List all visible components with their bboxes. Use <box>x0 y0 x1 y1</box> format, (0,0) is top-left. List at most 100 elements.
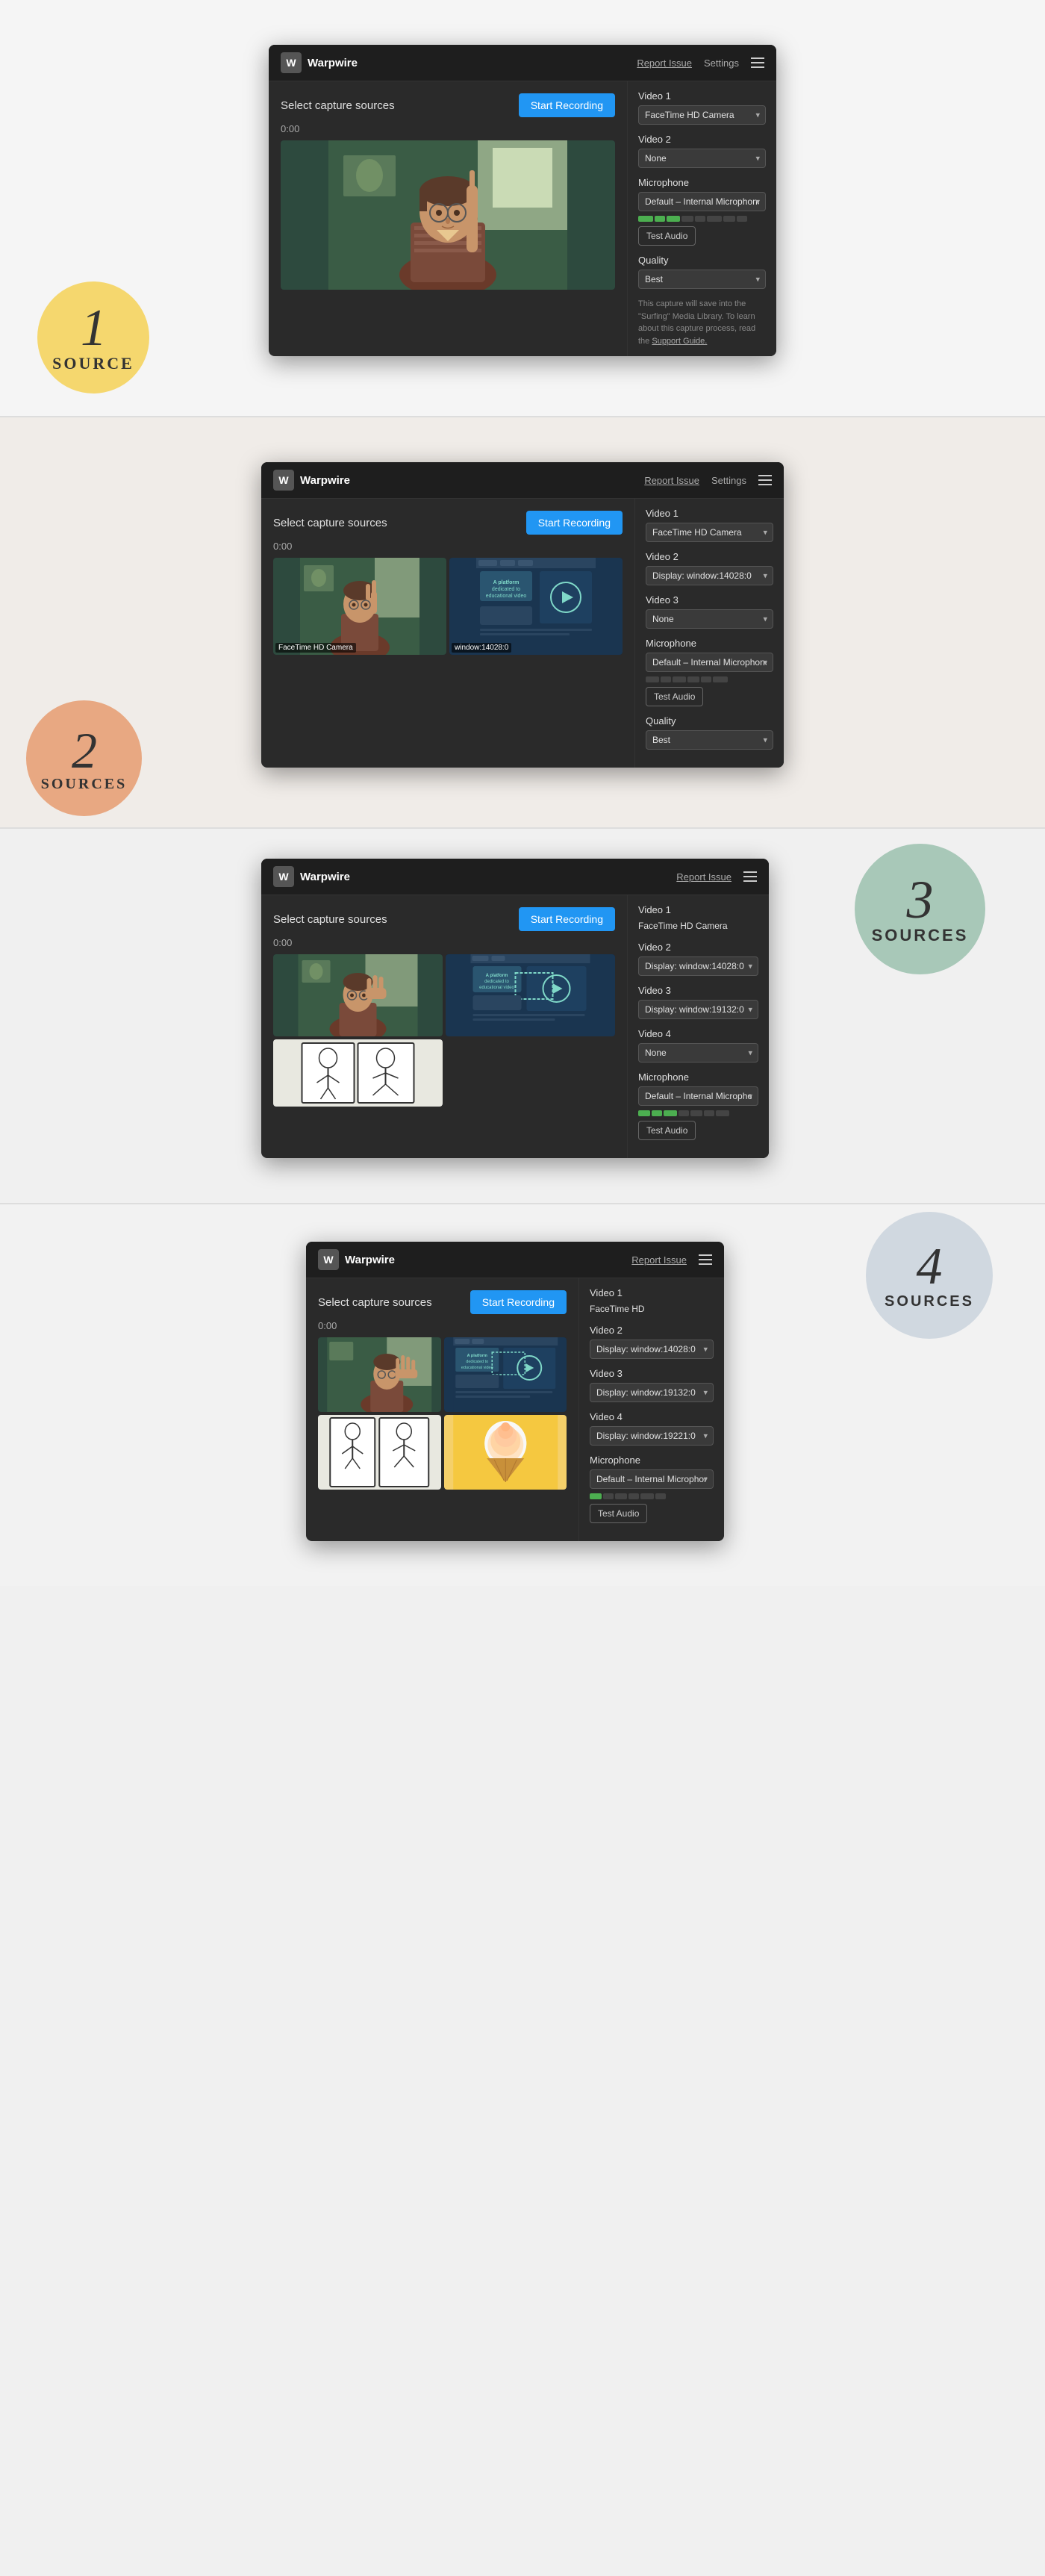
app-window-2: W Warpwire Report Issue Settings <box>261 462 784 768</box>
bubble-4-sources: 4 Sources <box>866 1212 993 1339</box>
screen-svg-4: A platform dedicated to educational vide… <box>444 1337 567 1412</box>
header-right-2: Report Issue Settings <box>644 475 772 486</box>
video4-select-4[interactable]: Display: window:19221:0 <box>590 1426 714 1446</box>
quality-select-wrapper-1: Best <box>638 270 766 289</box>
video2-select-wrapper-2: Display: window:14028:0 <box>646 566 773 585</box>
test-audio-btn-3[interactable]: Test Audio <box>638 1121 696 1140</box>
screen-feed-4: A platform dedicated to educational vide… <box>444 1337 567 1412</box>
report-issue-link-4[interactable]: Report Issue <box>631 1254 687 1266</box>
section-4: 4 Sources W Warpwire Report Issue <box>0 1204 1045 1586</box>
meter-3-4 <box>679 1110 689 1116</box>
screen-svg-2: A platform dedicated to educational vide… <box>449 558 623 655</box>
video3-group-3: Video 3 Display: window:19132:0 <box>638 985 758 1019</box>
svg-text:educational video: educational video <box>479 986 514 990</box>
meter-3-2 <box>652 1110 662 1116</box>
video-grid-3-bottom <box>273 1039 615 1107</box>
video1-group-4: Video 1 FaceTime HD <box>590 1287 714 1316</box>
preview-panel-3: Select capture sources Start Recording 0… <box>261 895 627 1158</box>
video1-value-3: FaceTime HD Camera <box>638 919 758 933</box>
report-issue-link-2[interactable]: Report Issue <box>644 475 699 486</box>
mic-select-2[interactable]: Default – Internal Microphone (B… <box>646 653 773 672</box>
video2-select[interactable]: None <box>638 149 766 168</box>
preview-title-3: Select capture sources <box>273 913 387 926</box>
settings-label[interactable]: Settings <box>704 57 739 69</box>
person-svg-4 <box>318 1337 441 1412</box>
quality-label-2: Quality <box>646 715 773 727</box>
microphone-label-4: Microphone <box>590 1455 714 1466</box>
video4-select-3[interactable]: None <box>638 1043 758 1063</box>
video-thumb-sketch-3 <box>273 1039 443 1107</box>
video2-select-wrapper: None <box>638 149 766 168</box>
video2-select-3[interactable]: Display: window:14028:0 <box>638 956 758 976</box>
video-thumb-camera-4 <box>318 1337 441 1412</box>
hamburger-menu-4[interactable] <box>699 1254 712 1265</box>
mic-select-3[interactable]: Default – Internal Microphone (B… <box>638 1086 758 1106</box>
meter-4-1 <box>590 1493 602 1499</box>
video2-select-4[interactable]: Display: window:14028:0 <box>590 1340 714 1359</box>
hamburger-menu-3[interactable] <box>743 871 757 882</box>
video2-group-4: Video 2 Display: window:14028:0 <box>590 1325 714 1359</box>
settings-label-2[interactable]: Settings <box>711 475 746 486</box>
meter-4-3 <box>615 1493 627 1499</box>
quality-select-1[interactable]: Best <box>638 270 766 289</box>
support-guide-link-1[interactable]: Support Guide. <box>652 337 707 346</box>
hamburger-line-3-2 <box>758 484 772 485</box>
video2-label-3: Video 2 <box>638 942 758 953</box>
video1-label-3: Video 1 <box>638 904 758 915</box>
video4-label-3: Video 4 <box>638 1028 758 1039</box>
bubble-3-label: Sources <box>872 927 969 945</box>
video3-select-3[interactable]: Display: window:19132:0 <box>638 1000 758 1019</box>
preview-header-4: Select capture sources Start Recording <box>318 1290 567 1314</box>
bubble-3-number: 3 <box>906 873 933 927</box>
video2-label: Video 2 <box>638 134 766 145</box>
hamburger-line-1-2 <box>758 475 772 476</box>
hamburger-menu-2[interactable] <box>758 475 772 485</box>
meter-2-5 <box>701 676 711 682</box>
report-issue-link[interactable]: Report Issue <box>637 57 692 69</box>
test-audio-btn-4[interactable]: Test Audio <box>590 1504 647 1523</box>
video3-select-2[interactable]: None <box>646 609 773 629</box>
person-svg-2 <box>273 558 446 655</box>
preview-panel-4: Select capture sources Start Recording 0… <box>306 1278 578 1541</box>
app-logo-3: W Warpwire <box>273 866 350 887</box>
app-header-1: W Warpwire Report Issue Settings <box>269 45 776 81</box>
mic-select-1[interactable]: Default – Internal Microphone (B… <box>638 192 766 211</box>
hamburger-menu[interactable] <box>751 57 764 68</box>
bubble-1-source: 1 Source <box>37 281 149 393</box>
report-issue-link-3[interactable]: Report Issue <box>676 871 732 883</box>
video2-select-2[interactable]: Display: window:14028:0 <box>646 566 773 585</box>
video3-select-4[interactable]: Display: window:19132:0 <box>590 1383 714 1402</box>
section-1: 1 Source W Warpwire Report Issue Setting… <box>0 0 1045 416</box>
video1-select[interactable]: FaceTime HD Camera <box>638 105 766 125</box>
video2-select-wrapper-3: Display: window:14028:0 <box>638 956 758 976</box>
meter-bar-4 <box>681 216 693 222</box>
video3-group-2: Video 3 None <box>646 594 773 629</box>
microphone-group-3: Microphone Default – Internal Microphone… <box>638 1071 758 1140</box>
start-recording-btn-4[interactable]: Start Recording <box>470 1290 567 1314</box>
mic-select-4[interactable]: Default – Internal Microphone (B… <box>590 1469 714 1489</box>
video3-label-4: Video 3 <box>590 1368 714 1379</box>
meter-bar-1 <box>638 216 653 222</box>
audio-meter-1 <box>638 216 766 222</box>
quality-select-2[interactable]: Best <box>646 730 773 750</box>
screen-feed-2: A platform dedicated to educational vide… <box>449 558 623 655</box>
meter-3-6 <box>704 1110 714 1116</box>
video3-label-3: Video 3 <box>638 985 758 996</box>
start-recording-btn-3[interactable]: Start Recording <box>519 907 615 931</box>
start-recording-btn-2[interactable]: Start Recording <box>526 511 623 535</box>
video1-select-2[interactable]: FaceTime HD Camera <box>646 523 773 542</box>
bubble-4-number: 4 <box>917 1241 943 1293</box>
section-4-content: W Warpwire Report Issue Selec <box>30 1242 1000 1541</box>
header-right-1: Report Issue Settings <box>637 57 764 69</box>
icecream-feed-4 <box>444 1415 567 1490</box>
app-logo-1: W Warpwire <box>281 52 358 73</box>
test-audio-btn-2[interactable]: Test Audio <box>646 687 703 706</box>
svg-text:dedicated to: dedicated to <box>492 587 520 592</box>
meter-4-2 <box>603 1493 614 1499</box>
video-thumb-icecream-4 <box>444 1415 567 1490</box>
warpwire-logo-icon-4: W <box>318 1249 339 1270</box>
start-recording-btn-1[interactable]: Start Recording <box>519 93 615 117</box>
sketch-svg-3 <box>273 1039 443 1107</box>
test-audio-btn-1[interactable]: Test Audio <box>638 226 696 246</box>
mic-select-wrapper-2: Default – Internal Microphone (B… <box>646 653 773 672</box>
